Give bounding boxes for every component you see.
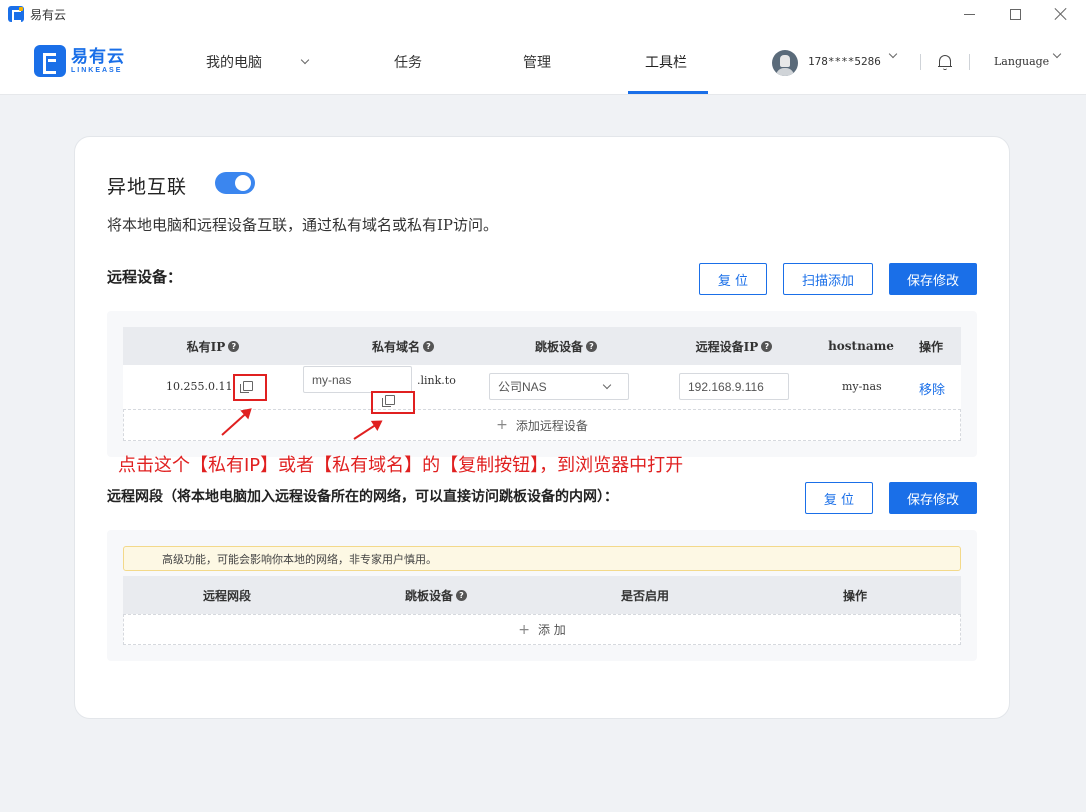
remote-network-title: 远程网段（将本地电脑加入远程设备所在的网络，可以直接访问跳板设备的内网）：: [107, 489, 618, 505]
chevron-down-icon[interactable]: [1052, 49, 1062, 59]
plus-icon: +: [496, 417, 508, 433]
close-icon: [1054, 7, 1068, 21]
section-description: 将本地电脑和远程设备互联，通过私有域名或私有IP访问。: [107, 216, 499, 234]
jump-device-select[interactable]: 公司NAS: [489, 373, 629, 400]
network-reset-button[interactable]: 复 位: [805, 482, 873, 514]
header-divider: [920, 54, 921, 70]
app-header: 易有云 LINKEASE 我的电脑 任务 管理 工具栏 178****5286 …: [0, 28, 1086, 95]
annotation-highlight-box: [371, 391, 415, 414]
chevron-down-icon: [300, 55, 310, 64]
app-logo-icon: [8, 6, 24, 22]
add-remote-device-label: 添加远程设备: [515, 418, 588, 433]
section-title: 异地互联: [107, 176, 188, 198]
bell-icon[interactable]: [938, 54, 952, 70]
private-domain-input[interactable]: my-nas: [303, 366, 412, 393]
remote-interconnect-toggle[interactable]: [215, 172, 255, 194]
window-title: 易有云: [30, 8, 67, 22]
save-button[interactable]: 保存修改: [889, 263, 977, 295]
annotation-text: 点击这个【私有IP】或者【私有域名】的【复制按钮】，到浏览器中打开: [118, 455, 684, 476]
chevron-down-icon: [602, 380, 612, 390]
remote-network-table-header: 远程网段 跳板设备? 是否启用 操作: [123, 576, 961, 614]
nav-my-computer[interactable]: 我的电脑: [206, 28, 310, 95]
plus-icon: +: [518, 621, 530, 638]
minimize-icon: [963, 13, 975, 15]
nav-tasks[interactable]: 任务: [394, 28, 422, 95]
nav-tasks-label: 任务: [394, 54, 422, 71]
nav-manage-label: 管理: [523, 54, 551, 71]
annotation-highlight-box: [233, 374, 267, 401]
nav-my-computer-label: 我的电脑: [206, 54, 262, 71]
nav-toolbar-label: 工具栏: [645, 54, 687, 71]
help-icon[interactable]: ?: [228, 340, 240, 352]
col-network-action: 操作: [842, 588, 867, 603]
add-remote-network-button[interactable]: + 添 加: [123, 614, 961, 645]
maximize-icon: [1009, 8, 1021, 20]
nav-active-indicator: [628, 91, 708, 94]
brand-name: 易有云: [71, 47, 125, 67]
col-private-ip: 私有IP?: [163, 327, 263, 365]
col-private-domain: 私有域名?: [333, 327, 473, 365]
language-selector[interactable]: Language: [994, 55, 1049, 68]
col-remote-subnet: 远程网段: [202, 588, 251, 603]
minimize-button[interactable]: [946, 0, 992, 28]
network-save-button[interactable]: 保存修改: [889, 482, 977, 514]
domain-suffix: .link.to: [417, 374, 456, 387]
col-hostname: hostname: [828, 339, 894, 353]
col-jump-device: 跳板设备?: [509, 327, 623, 365]
remote-devices-title: 远程设备：: [107, 268, 183, 286]
remote-devices-table-header: 私有IP? 私有域名? 跳板设备? 远程设备IP? hostname 操作: [123, 327, 961, 365]
col-enabled: 是否启用: [620, 588, 669, 603]
header-divider: [969, 54, 970, 70]
col-network-jump-device: 跳板设备?: [379, 576, 493, 614]
jump-device-value: 公司NAS: [498, 380, 547, 394]
brand-logo[interactable]: 易有云 LINKEASE: [34, 45, 125, 77]
help-icon[interactable]: ?: [586, 340, 597, 352]
remove-link[interactable]: 移除: [919, 379, 945, 398]
private-ip-value: 10.255.0.11: [166, 380, 233, 393]
scan-add-button[interactable]: 扫描添加: [783, 263, 873, 295]
add-remote-network-label: 添 加: [537, 623, 566, 637]
nav-toolbar[interactable]: 工具栏: [645, 28, 687, 95]
chevron-down-icon[interactable]: [888, 49, 898, 59]
user-avatar[interactable]: [772, 50, 798, 76]
user-phone[interactable]: 178****5286: [808, 55, 881, 68]
linkease-logo-icon: [34, 45, 66, 77]
col-remote-ip: 远程设备IP?: [679, 327, 789, 365]
help-icon[interactable]: ?: [456, 589, 467, 601]
maximize-button[interactable]: [992, 0, 1038, 28]
warning-notice: 高级功能，可能会影响你本地的网络，非专家用户慎用。: [123, 546, 961, 571]
reset-button[interactable]: 复 位: [699, 263, 767, 295]
col-action: 操作: [918, 339, 943, 354]
window-titlebar: 易有云: [0, 0, 1086, 28]
help-icon[interactable]: ?: [423, 340, 434, 352]
help-icon[interactable]: ?: [761, 340, 773, 352]
nav-manage[interactable]: 管理: [523, 28, 551, 95]
brand-sub: LINKEASE: [71, 67, 123, 74]
close-button[interactable]: [1038, 0, 1084, 28]
hostname-value: my-nas: [842, 380, 882, 393]
remote-ip-input[interactable]: 192.168.9.116: [679, 373, 789, 400]
